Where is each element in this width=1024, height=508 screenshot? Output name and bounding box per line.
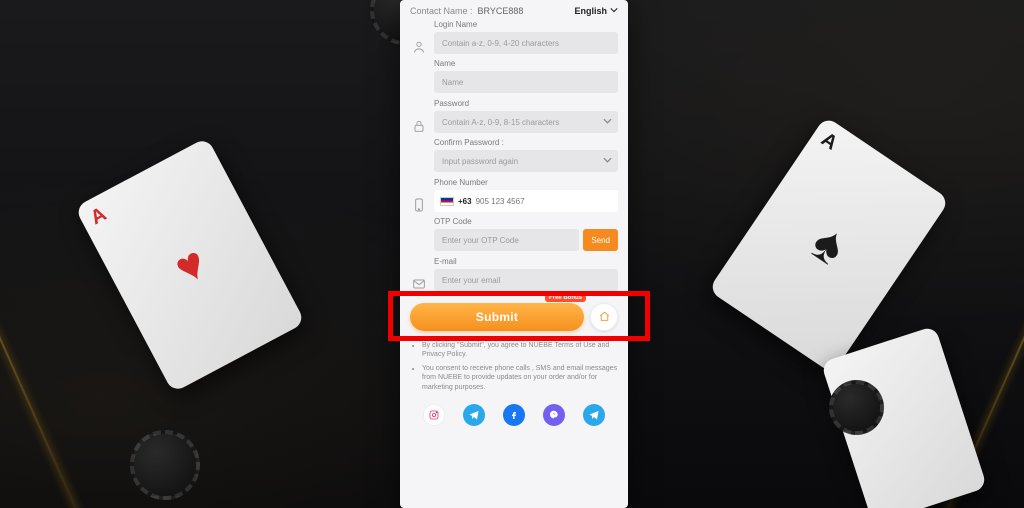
otp-input[interactable]	[434, 229, 579, 251]
chevron-down-icon	[610, 6, 618, 16]
confirm-password-label: Confirm Password :	[434, 138, 618, 147]
terms-item: You consent to receive phone calls , SMS…	[422, 364, 618, 392]
phone-icon	[410, 196, 428, 214]
terms-list: By clicking "Submit", you agree to NUEBE…	[410, 341, 618, 392]
viber-icon[interactable]	[543, 404, 565, 426]
login-name-input[interactable]	[434, 32, 618, 54]
flag-icon	[440, 197, 454, 206]
name-input[interactable]	[434, 71, 618, 93]
terms-item: By clicking "Submit", you agree to NUEBE…	[422, 341, 618, 360]
email-input[interactable]	[434, 269, 618, 291]
email-label: E-mail	[434, 257, 618, 266]
submit-button[interactable]: Submit	[410, 303, 584, 331]
telegram-icon[interactable]	[583, 404, 605, 426]
language-selector[interactable]: English	[574, 6, 618, 16]
otp-label: OTP Code	[434, 217, 618, 226]
lock-icon	[410, 117, 428, 135]
telegram-icon[interactable]	[463, 404, 485, 426]
password-input[interactable]	[434, 111, 618, 133]
send-otp-button[interactable]: Send	[583, 229, 618, 251]
home-button[interactable]	[590, 303, 618, 331]
phone-input[interactable]	[476, 197, 612, 206]
registration-panel: Contact Name : BRYCE888 English Login Na…	[400, 0, 628, 508]
user-icon	[410, 38, 428, 56]
instagram-icon[interactable]	[423, 404, 445, 426]
facebook-icon[interactable]	[503, 404, 525, 426]
phone-label: Phone Number	[434, 178, 618, 187]
country-code[interactable]: +63	[458, 197, 472, 206]
password-label: Password	[434, 99, 618, 108]
confirm-password-input[interactable]	[434, 150, 618, 172]
name-label: Name	[434, 59, 618, 68]
free-bonus-tag: Free Bonus	[545, 294, 586, 302]
contact-name-label: Contact Name : BRYCE888	[410, 6, 523, 16]
login-name-label: Login Name	[434, 20, 618, 29]
home-icon	[598, 310, 611, 325]
email-icon	[410, 275, 428, 293]
